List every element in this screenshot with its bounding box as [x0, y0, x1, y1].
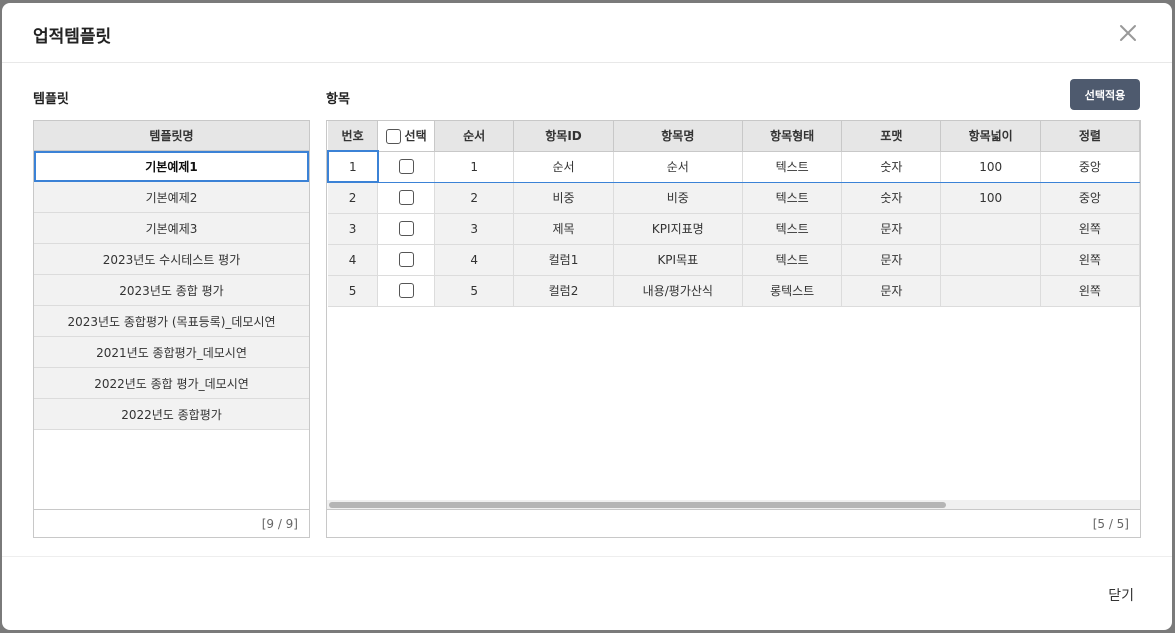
template-list-item[interactable]: 2023년도 종합평가 (목표등록)_데모시연: [34, 306, 309, 337]
cell-item-id[interactable]: 컬럼2: [513, 275, 614, 307]
cell-item-id[interactable]: 제목: [513, 213, 614, 245]
cell-item-type[interactable]: 텍스트: [742, 244, 843, 276]
cell-item-name[interactable]: 비중: [613, 182, 743, 214]
cell-select: [377, 182, 436, 214]
cell-item-name[interactable]: KPI지표명: [613, 213, 743, 245]
template-dialog: 업적템플릿 템플릿 항목 선택적용 템플릿명 기본예제1 기본예제2 기본예제3 20…: [2, 3, 1172, 630]
cell-item-name[interactable]: 순서: [613, 150, 743, 183]
cell-item-width[interactable]: [940, 244, 1041, 276]
items-section-title: 항목: [326, 92, 350, 107]
cell-align[interactable]: 중앙: [1040, 182, 1140, 214]
items-grid: 번호 선택 순서 항목ID 항목명 항목형태 포맷 항목넓이 정렬 1 1 순서 순서…: [326, 120, 1141, 538]
cell-item-width[interactable]: [940, 275, 1041, 307]
template-column-header: 템플릿명: [34, 121, 309, 151]
col-header-select: 선택: [377, 121, 436, 152]
cell-item-id[interactable]: 컬럼1: [513, 244, 614, 276]
cell-item-name[interactable]: 내용/평가산식: [613, 275, 743, 307]
cell-item-type[interactable]: 텍스트: [742, 182, 843, 214]
cell-select: [377, 213, 436, 245]
cell-format[interactable]: 숫자: [841, 150, 942, 183]
col-header-no: 번호: [328, 121, 379, 152]
col-header-item-id: 항목ID: [513, 121, 614, 152]
template-section-title: 템플릿: [33, 92, 69, 107]
table-row[interactable]: 3 3 제목 KPI지표명 텍스트 문자 왼쪽: [328, 213, 1140, 245]
cell-item-width[interactable]: [940, 213, 1041, 245]
template-list-item[interactable]: 2023년도 종합 평가: [34, 275, 309, 306]
col-header-order: 순서: [434, 121, 515, 152]
cell-order[interactable]: 3: [434, 213, 515, 245]
cell-item-type[interactable]: 롱텍스트: [742, 275, 843, 307]
cell-no[interactable]: 2: [328, 182, 379, 214]
cell-item-width[interactable]: 100: [940, 182, 1041, 214]
cell-item-name[interactable]: KPI목표: [613, 244, 743, 276]
cell-item-width[interactable]: 100: [940, 150, 1041, 183]
dialog-title: 업적템플릿: [33, 27, 112, 47]
cell-align[interactable]: 왼쪽: [1040, 275, 1140, 307]
template-list-item[interactable]: 기본예제2: [34, 182, 309, 213]
cell-no[interactable]: 5: [328, 275, 379, 307]
col-header-item-type: 항목형태: [742, 121, 843, 152]
cell-select: [377, 150, 436, 183]
cell-format[interactable]: 문자: [841, 244, 942, 276]
col-header-select-label: 선택: [404, 129, 427, 144]
cell-align[interactable]: 중앙: [1040, 150, 1140, 183]
template-list-item[interactable]: 2023년도 수시테스트 평가: [34, 244, 309, 275]
dialog-footer: 닫기: [2, 556, 1172, 630]
apply-selected-button[interactable]: 선택적용: [1070, 79, 1140, 110]
col-header-item-name: 항목명: [613, 121, 743, 152]
cell-no[interactable]: 1: [327, 150, 379, 183]
cell-item-id[interactable]: 순서: [513, 150, 614, 183]
scrollbar-thumb[interactable]: [329, 502, 946, 508]
cell-select: [377, 275, 436, 307]
cell-select: [377, 244, 436, 276]
row-checkbox[interactable]: [398, 252, 414, 267]
cell-align[interactable]: 왼쪽: [1040, 213, 1140, 245]
items-count: [5 / 5]: [327, 509, 1140, 537]
table-row[interactable]: 5 5 컬럼2 내용/평가산식 롱텍스트 문자 왼쪽: [328, 275, 1140, 307]
row-checkbox[interactable]: [398, 221, 414, 236]
dialog-header: 업적템플릿: [2, 3, 1172, 63]
select-all-checkbox[interactable]: [385, 129, 401, 145]
template-list: 템플릿명 기본예제1 기본예제2 기본예제3 2023년도 수시테스트 평가 2023년…: [33, 120, 310, 538]
row-checkbox[interactable]: [398, 190, 414, 205]
close-icon[interactable]: [1117, 22, 1139, 44]
cell-item-type[interactable]: 텍스트: [742, 150, 843, 183]
cell-order[interactable]: 2: [434, 182, 515, 214]
cell-format[interactable]: 문자: [841, 213, 942, 245]
template-list-item[interactable]: 2022년도 종합평가: [34, 399, 309, 430]
table-row[interactable]: 4 4 컬럼1 KPI목표 텍스트 문자 왼쪽: [328, 244, 1140, 276]
table-row[interactable]: 1 1 순서 순서 텍스트 숫자 100 중앙: [327, 150, 1140, 183]
cell-item-type[interactable]: 텍스트: [742, 213, 843, 245]
template-list-item[interactable]: 2022년도 종합 평가_데모시연: [34, 368, 309, 399]
cell-order[interactable]: 4: [434, 244, 515, 276]
cell-format[interactable]: 문자: [841, 275, 942, 307]
template-count: [9 / 9]: [34, 509, 309, 537]
table-row[interactable]: 2 2 비중 비중 텍스트 숫자 100 중앙: [328, 182, 1140, 214]
cell-format[interactable]: 숫자: [841, 182, 942, 214]
row-checkbox[interactable]: [398, 283, 414, 298]
col-header-item-width: 항목넓이: [940, 121, 1041, 152]
template-list-item[interactable]: 기본예제3: [34, 213, 309, 244]
cell-order[interactable]: 1: [434, 150, 515, 183]
cell-no[interactable]: 4: [328, 244, 379, 276]
cell-order[interactable]: 5: [434, 275, 515, 307]
cell-no[interactable]: 3: [328, 213, 379, 245]
close-button[interactable]: 닫기: [1108, 585, 1134, 605]
template-list-item[interactable]: 2021년도 종합평가_데모시연: [34, 337, 309, 368]
row-checkbox[interactable]: [398, 159, 414, 174]
cell-item-id[interactable]: 비중: [513, 182, 614, 214]
cell-align[interactable]: 왼쪽: [1040, 244, 1140, 276]
col-header-format: 포맷: [841, 121, 942, 152]
col-header-align: 정렬: [1040, 121, 1140, 152]
template-list-item[interactable]: 기본예제1: [34, 151, 309, 182]
